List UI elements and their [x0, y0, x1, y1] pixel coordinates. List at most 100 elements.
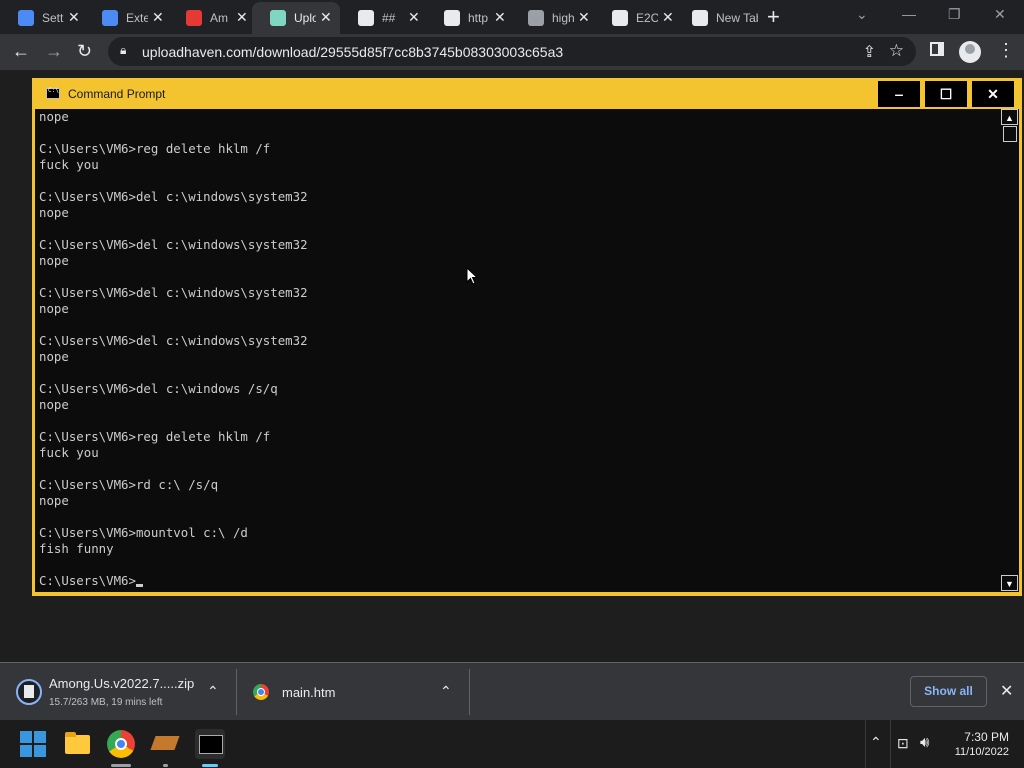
tab-close-icon[interactable]: ✕ [578, 9, 590, 26]
console-output: nope C:\Users\VM6>reg delete hklm /f fuck … [39, 109, 308, 589]
tab-close-icon[interactable]: ✕ [152, 9, 164, 26]
cmd-console[interactable]: nope C:\Users\VM6>reg delete hklm /f fuck … [35, 109, 1001, 592]
download-filename[interactable]: Among.Us.v2022.7.....zip [49, 676, 194, 691]
tab-1[interactable]: Exte ✕ [84, 2, 168, 34]
console-line: nope [39, 397, 69, 412]
chevron-up-icon[interactable]: ⌃ [207, 683, 219, 700]
console-line: C:\Users\VM6>del c:\windows\system32 [39, 285, 308, 300]
address-bar[interactable]: 🔒︎ uploadhaven.com/download/29555d85f7cc… [108, 37, 916, 66]
reload-icon[interactable]: ↻ [77, 41, 92, 62]
console-line: nope [39, 349, 69, 364]
clock-time[interactable]: 7:30 PM [953, 730, 1009, 744]
tab-close-icon[interactable]: ✕ [662, 9, 674, 26]
more-menu-icon[interactable]: ⋮ [997, 40, 1015, 61]
maximize-button[interactable]: ☐ [925, 81, 967, 107]
console-line: fuck you [39, 445, 99, 460]
clock-date[interactable]: 11/10/2022 [943, 746, 1009, 758]
cmd-app-icon [46, 87, 60, 99]
windows-start-icon[interactable] [20, 731, 46, 757]
forward-icon[interactable]: → [45, 41, 63, 62]
window-restore-icon[interactable]: ❐ [948, 6, 961, 23]
divider [469, 669, 470, 715]
scroll-down-arrow-icon[interactable]: ▼ [1001, 575, 1018, 591]
scroll-thumb[interactable] [1003, 126, 1017, 142]
tab-close-icon[interactable]: ✕ [68, 9, 80, 26]
grid-icon [612, 10, 628, 26]
tab-7[interactable]: E2C ✕ [594, 2, 674, 34]
tab-title: http [468, 11, 489, 25]
chrome-file-icon [253, 684, 269, 700]
console-prompt-line[interactable]: C:\Users\VM6> [39, 573, 308, 589]
lock-icon[interactable]: 🔒︎ [120, 43, 126, 58]
tab-3[interactable]: Uplo ✕ [252, 2, 340, 34]
gear-icon [18, 10, 34, 26]
console-line: C:\Users\VM6>del c:\windows\system32 [39, 333, 308, 348]
tab-title: ## [382, 11, 396, 25]
window-minimize-icon[interactable]: — [902, 6, 916, 22]
mouse-pointer-icon [466, 267, 478, 285]
running-indicator [163, 764, 168, 767]
console-line: fuck you [39, 157, 99, 172]
console-line: fish funny [39, 541, 114, 556]
tab-title: Exte [126, 11, 148, 25]
command-prompt-window[interactable]: Command Prompt ‒ ☐ ✕ nope C:\Users\VM6>re… [32, 78, 1022, 596]
side-panel-icon[interactable] [930, 42, 944, 56]
profile-avatar-icon[interactable] [959, 41, 981, 63]
tab-8[interactable]: New Tab [674, 2, 766, 34]
close-button[interactable]: ✕ [972, 81, 1014, 107]
network-icon[interactable]: ⊡ [897, 735, 909, 752]
close-download-bar-icon[interactable]: ✕ [1000, 681, 1013, 701]
console-line: C:\Users\VM6>del c:\windows /s/q [39, 381, 278, 396]
browser-toolbar: ← → ↻ 🔒︎ uploadhaven.com/download/29555d… [0, 34, 1024, 70]
show-all-button[interactable]: Show all [910, 676, 987, 707]
minimize-button[interactable]: ‒ [878, 81, 920, 107]
chrome-icon[interactable] [107, 730, 135, 758]
tab-4[interactable]: ## ✕ [340, 2, 426, 34]
tab-5[interactable]: http ✕ [426, 2, 510, 34]
window-close-icon[interactable]: ✕ [994, 6, 1006, 23]
tab-close-icon[interactable]: ✕ [236, 9, 248, 26]
console-scrollbar[interactable]: ▲ ▼ [1001, 109, 1019, 592]
file-explorer-icon[interactable] [64, 730, 92, 758]
console-line: nope [39, 253, 69, 268]
zip-file-progress-icon [16, 679, 42, 705]
bookmark-star-icon[interactable]: ☆ [889, 41, 904, 61]
tab-close-icon[interactable]: ✕ [494, 9, 506, 26]
running-indicator [111, 764, 131, 767]
new-tab-icon[interactable]: + [767, 4, 780, 30]
tab-title: Setti [42, 11, 64, 25]
scroll-up-arrow-icon[interactable]: ▲ [1001, 109, 1018, 125]
tab-2[interactable]: Am ✕ [168, 2, 252, 34]
tab-6[interactable]: high ✕ [510, 2, 594, 34]
tab-strip: Setti ✕ Exte ✕ Am ✕ Uplo ✕ ## ✕ http ✕ high ✕ E2C ✕ New … [0, 0, 1024, 34]
tab-title: high [552, 11, 574, 25]
url-text[interactable]: uploadhaven.com/download/29555d85f7cc8b3… [142, 44, 563, 60]
download-filename[interactable]: main.htm [282, 685, 335, 700]
command-prompt-taskbar-icon[interactable] [195, 729, 225, 759]
app-icon[interactable] [151, 730, 179, 758]
tab-close-icon[interactable]: ✕ [408, 9, 420, 26]
tab-close-icon[interactable]: ✕ [320, 9, 332, 26]
console-line: nope [39, 205, 69, 220]
download-status: 15.7/263 MB, 19 mins left [49, 697, 163, 708]
cmd-title-bar[interactable]: Command Prompt ‒ ☐ ✕ [32, 78, 1022, 109]
console-line: C:\Users\VM6>del c:\windows\system32 [39, 189, 308, 204]
tab-0[interactable]: Setti ✕ [0, 2, 84, 34]
cloud-icon [270, 10, 286, 26]
volume-icon[interactable]: 🔊︎ [920, 734, 929, 751]
chevron-up-icon[interactable]: ⌃ [440, 683, 452, 700]
tray-chevron-up-icon[interactable]: ⌃ [870, 734, 882, 751]
share-icon[interactable]: ⇪ [863, 42, 876, 62]
console-line: nope [39, 301, 69, 316]
globe-icon [358, 10, 374, 26]
back-icon[interactable]: ← [12, 41, 30, 62]
chevron-down-icon[interactable]: ⌄ [856, 6, 868, 23]
windows-taskbar: ⌃ ⊡ 🔊︎ 7:30 PM 11/10/2022 [0, 720, 1024, 768]
